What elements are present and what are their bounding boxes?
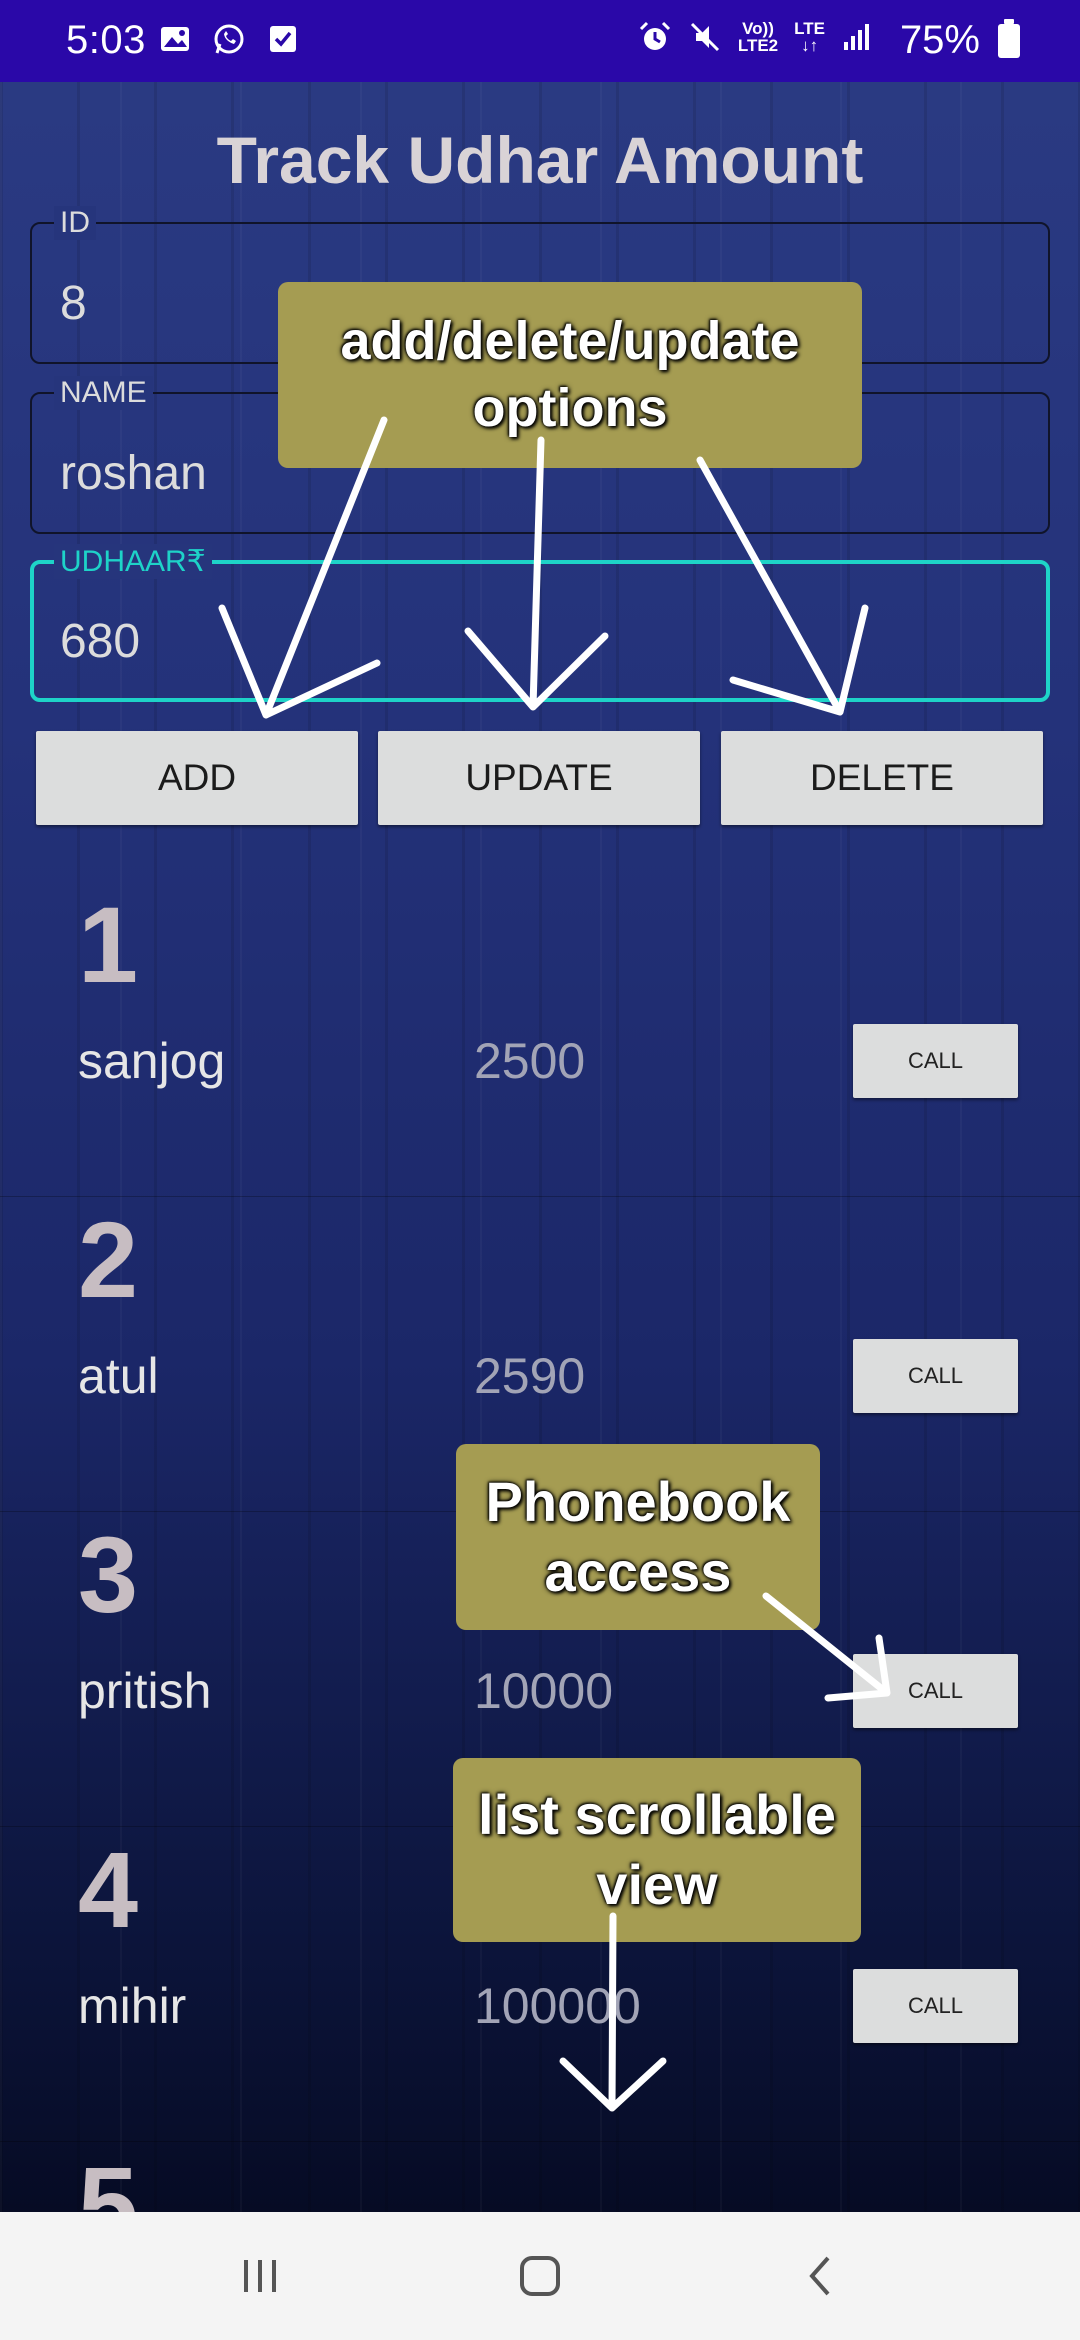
call-button[interactable]: CALL [853, 1024, 1018, 1098]
udhaar-field-value[interactable]: 680 [60, 614, 140, 669]
navigation-bar [0, 2212, 1080, 2340]
list-item-number: 4 [78, 1829, 139, 1950]
callout-phonebook: Phonebook access [456, 1444, 820, 1630]
list-item-number: 3 [78, 1514, 139, 1635]
id-field-value[interactable]: 8 [60, 276, 87, 331]
status-bar: 5:03 Vo)) LTE2 LTE ↓↑ 75% [0, 0, 1080, 82]
back-icon[interactable] [790, 2246, 850, 2306]
battery-icon [998, 19, 1020, 58]
task-check-icon [270, 26, 296, 52]
name-field-label: NAME [54, 376, 153, 410]
lte-indicator: LTE ↓↑ [794, 19, 825, 55]
mute-icon [690, 22, 719, 52]
call-button[interactable]: CALL [853, 1339, 1018, 1413]
call-button[interactable]: CALL [853, 1654, 1018, 1728]
call-button[interactable]: CALL [853, 1969, 1018, 2043]
status-time: 5:03 [66, 18, 146, 62]
list-item-name: atul [78, 1348, 159, 1404]
list-item: 1 sanjog 2500 CALL [0, 882, 1080, 1197]
add-button[interactable]: ADD [36, 731, 358, 825]
list-item-amount: 2590 [474, 1348, 586, 1404]
list-item-number: 5 [78, 2144, 139, 2212]
udhaar-field-label: UDHAAR₹ [54, 544, 212, 579]
callout-scroll: list scrollable view [453, 1758, 861, 1942]
whatsapp-icon [214, 24, 244, 54]
recent-apps-icon[interactable] [230, 2246, 290, 2306]
delete-button[interactable]: DELETE [721, 731, 1043, 825]
network-indicator: Vo)) LTE2 [737, 19, 779, 55]
list-item-name: pritish [78, 1663, 212, 1719]
list-item: 5 [0, 2142, 1080, 2212]
list-item-number: 1 [78, 884, 139, 1005]
page-title: Track Udhar Amount [216, 123, 864, 197]
list-item-name: sanjog [78, 1033, 226, 1089]
gallery-icon [161, 27, 189, 51]
list-item-name: mihir [78, 1978, 187, 2034]
udhaar-field[interactable]: UDHAAR₹ 680 [30, 544, 1050, 702]
list-item-number: 2 [78, 1199, 139, 1320]
alarm-icon [639, 21, 670, 50]
signal-icon [844, 24, 869, 50]
id-field-label: ID [54, 206, 96, 240]
list-item-amount: 2500 [474, 1033, 586, 1089]
list-item-amount: 100000 [474, 1978, 641, 2034]
callout-options: add/delete/update options [278, 282, 862, 468]
update-button[interactable]: UPDATE [378, 731, 700, 825]
battery-percent: 75% [899, 18, 980, 62]
name-field-value[interactable]: roshan [60, 446, 207, 501]
home-icon[interactable] [510, 2246, 570, 2306]
list-item-amount: 10000 [474, 1663, 614, 1719]
